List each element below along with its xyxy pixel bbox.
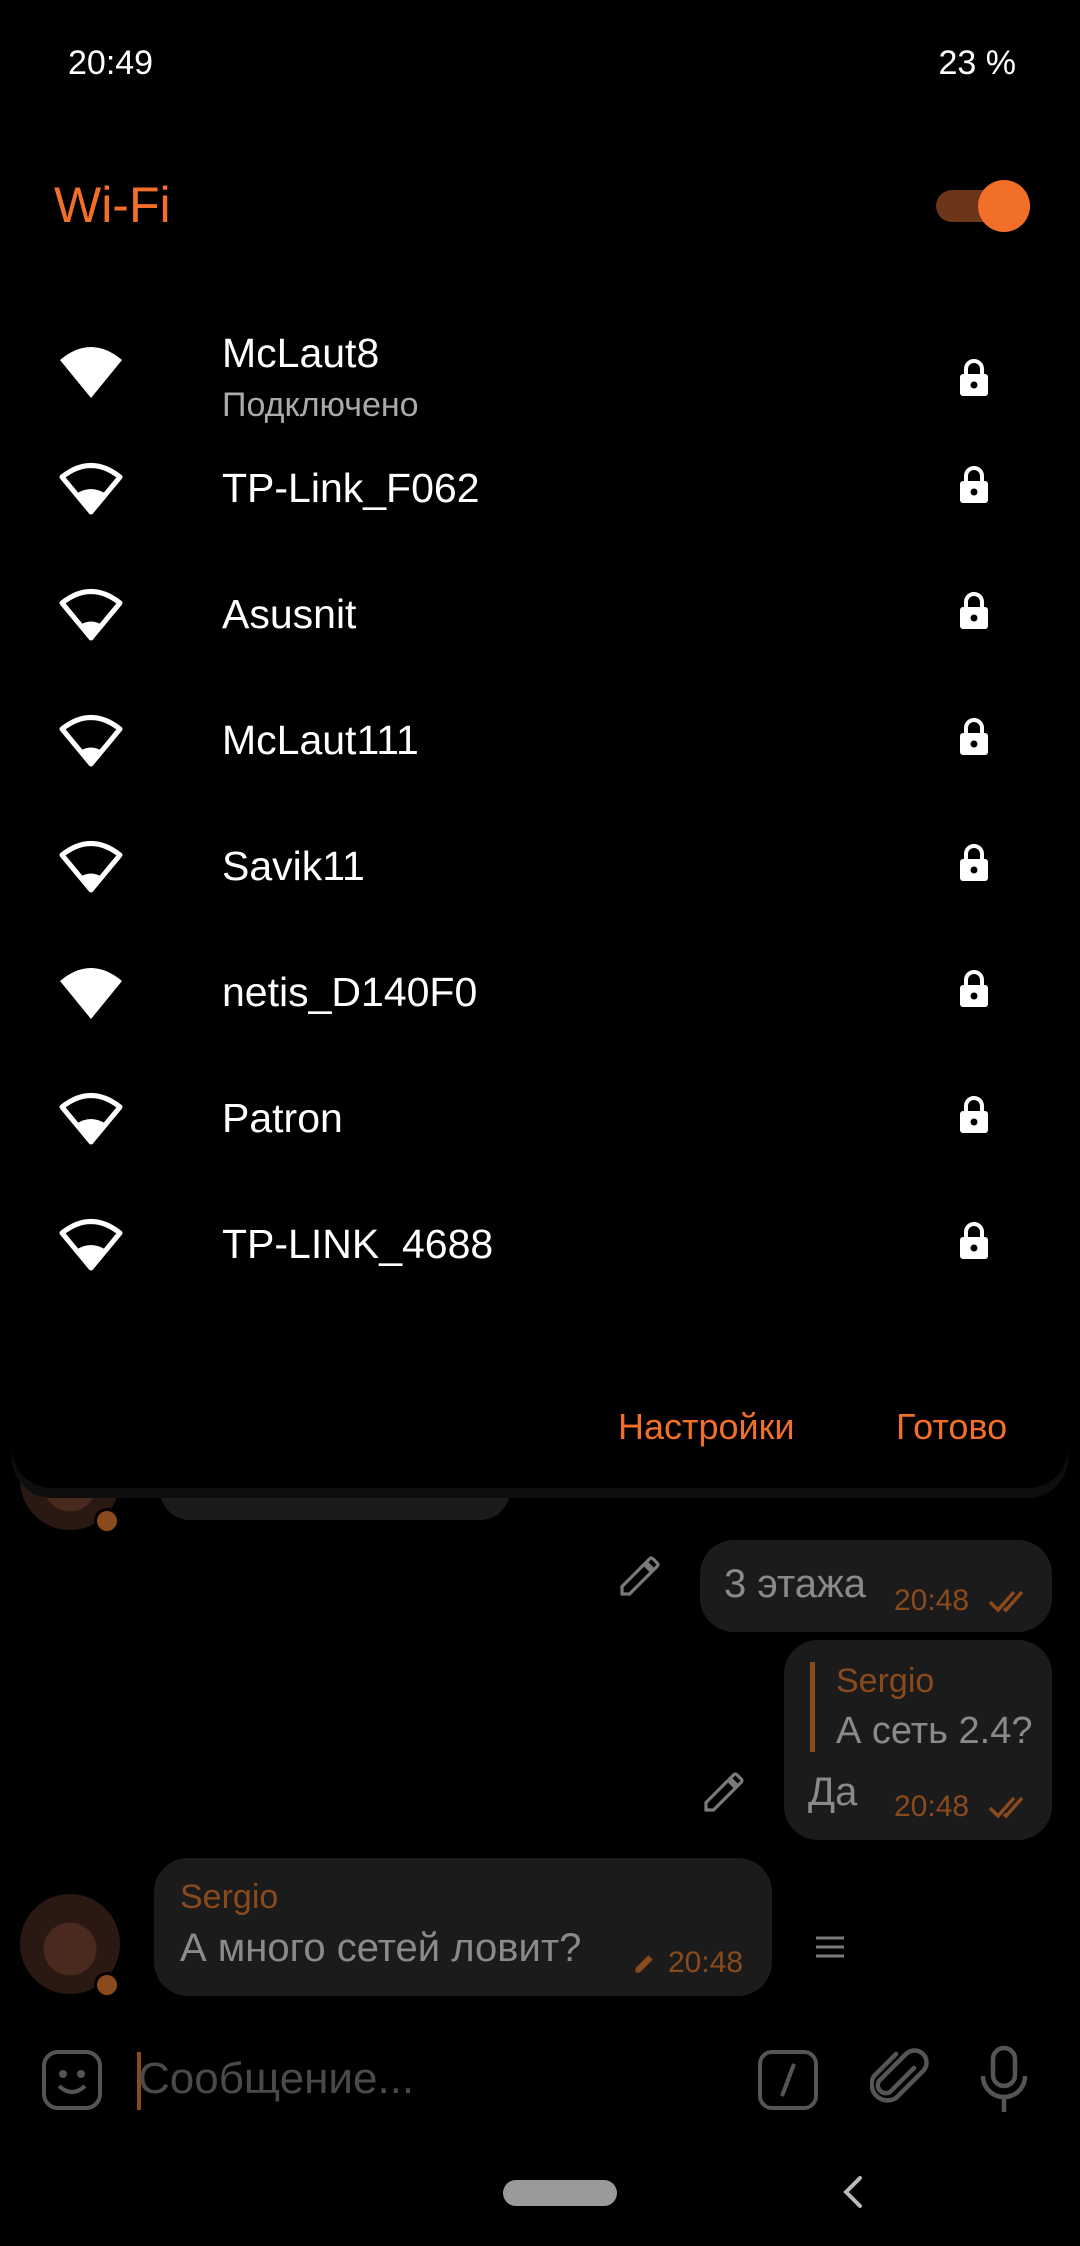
wifi-signal-icon — [59, 1219, 123, 1271]
online-dot — [94, 1972, 120, 1998]
wifi-signal-icon — [59, 841, 123, 893]
lock-icon — [960, 592, 988, 629]
network-status: Подключено — [222, 386, 419, 424]
incoming-message-bubble[interactable]: Sergio А много сетей ловит? 20:48 — [154, 1858, 772, 1996]
edit-pencil-icon[interactable] — [616, 1552, 664, 1600]
emoji-icon[interactable] — [40, 2048, 104, 2112]
chat-background: 3 этажа 20:48 Sergio А сеть 2.4? Да 20:4… — [0, 1430, 1080, 2050]
toggle-thumb — [978, 180, 1030, 232]
lock-icon — [960, 970, 988, 1007]
settings-button[interactable]: Настройки — [618, 1406, 795, 1448]
attach-icon[interactable] — [870, 2046, 930, 2114]
message-time: 20:48 — [894, 1790, 970, 1823]
edit-pencil-icon[interactable] — [700, 1768, 748, 1816]
wifi-signal-icon — [59, 1093, 123, 1145]
message-composer: Сообщение... — [0, 2020, 1080, 2140]
battery-level: 23 % — [938, 44, 1017, 82]
message-input[interactable]: Сообщение... — [138, 2054, 414, 2104]
message-text: А много сетей ловит? — [180, 1926, 582, 1970]
back-chevron-icon[interactable] — [836, 2172, 870, 2212]
wifi-signal-icon — [60, 347, 122, 398]
wifi-panel-title: Wi-Fi — [54, 177, 171, 233]
message-time: 20:48 — [668, 1946, 744, 1979]
wifi-signal-icon — [60, 968, 122, 1019]
message-sender: Sergio — [180, 1878, 279, 1916]
microphone-icon[interactable] — [976, 2044, 1032, 2116]
wifi-network-row[interactable]: netis_D140F0 — [12, 929, 1068, 1055]
status-bar: 20:49 23 % — [0, 0, 1080, 125]
wifi-network-row[interactable]: TP-LINK_4688 — [12, 1181, 1068, 1307]
home-gesture-pill[interactable] — [503, 2180, 617, 2206]
wifi-network-row[interactable]: Savik11 — [12, 803, 1068, 929]
outgoing-reply-message-bubble[interactable]: Sergio А сеть 2.4? Да 20:48 — [784, 1640, 1052, 1840]
network-name: TP-Link_F062 — [222, 465, 480, 511]
network-name: Patron — [222, 1095, 343, 1141]
bot-commands-icon[interactable] — [756, 2048, 820, 2112]
reply-quote-bar — [810, 1662, 815, 1752]
lock-icon — [960, 1096, 988, 1133]
network-name: Asusnit — [222, 591, 357, 637]
outgoing-message-bubble[interactable]: 3 этажа 20:48 — [700, 1540, 1052, 1632]
wifi-panel: Wi-Fi McLaut8 Подключено TP-Link_F062 Asusn… — [12, 128, 1068, 1488]
message-time: 20:48 — [894, 1584, 970, 1617]
wifi-network-row[interactable]: McLaut111 — [12, 677, 1068, 803]
wifi-network-row[interactable]: McLaut8 Подключено — [12, 308, 1068, 434]
reply-text: А сеть 2.4? — [836, 1710, 1033, 1752]
wifi-network-row[interactable]: TP-Link_F062 — [12, 425, 1068, 551]
wifi-signal-icon — [59, 463, 123, 515]
wifi-signal-icon — [59, 589, 123, 641]
message-text: Да — [808, 1770, 858, 1814]
wifi-toggle[interactable] — [934, 178, 1030, 232]
online-dot — [94, 1508, 120, 1534]
status-time: 20:49 — [68, 44, 154, 82]
lock-icon — [960, 359, 988, 396]
reply-author: Sergio — [836, 1662, 935, 1700]
network-name: McLaut111 — [222, 717, 419, 763]
double-check-icon — [988, 1590, 1024, 1613]
network-name: TP-LINK_4688 — [222, 1221, 494, 1267]
double-check-icon — [988, 1796, 1024, 1819]
network-name: Savik11 — [222, 843, 365, 889]
done-button[interactable]: Готово — [896, 1406, 1007, 1448]
menu-lines-icon[interactable] — [814, 1934, 846, 1960]
wifi-network-row[interactable]: Patron — [12, 1055, 1068, 1181]
wifi-signal-icon — [59, 715, 123, 767]
edited-pencil-icon — [635, 1955, 653, 1973]
message-text: 3 этажа — [724, 1562, 867, 1606]
wifi-network-row[interactable]: Asusnit — [12, 551, 1068, 677]
network-name: McLaut8 — [222, 330, 380, 376]
lock-icon — [960, 466, 988, 503]
network-name: netis_D140F0 — [222, 969, 478, 1015]
lock-icon — [960, 844, 988, 881]
lock-icon — [960, 718, 988, 755]
lock-icon — [960, 1222, 988, 1259]
